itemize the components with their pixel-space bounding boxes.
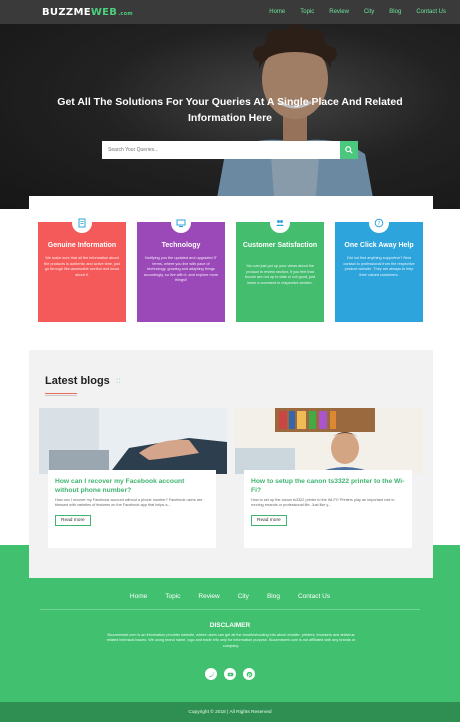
blog-post-excerpt: How to set up the canon ts3322 printer t… — [251, 498, 395, 508]
hero-title: Get All The Solutions For Your Queries A… — [57, 96, 403, 124]
blog-post-image — [39, 408, 227, 474]
nav-link-contact[interactable]: Contact Us — [416, 9, 446, 15]
svg-text:?: ? — [378, 221, 381, 227]
blog-post-card: How can I recover my Facebook account wi… — [48, 470, 216, 548]
feature-text: You can just put up your views about the… — [244, 264, 316, 285]
feature-card-technology[interactable]: Technology Notifying you the updated and… — [137, 213, 225, 322]
blog-post-title[interactable]: How can I recover my Facebook account wi… — [55, 478, 209, 495]
twitter-icon[interactable] — [205, 668, 217, 680]
feature-text: Notifying you the updated and upgraded I… — [143, 256, 219, 283]
social-links: p — [0, 668, 460, 680]
footer-divider — [40, 609, 420, 610]
pinterest-icon[interactable]: p — [243, 668, 255, 680]
feature-text: We make sure that all the information ab… — [44, 256, 120, 277]
hero-search — [102, 141, 358, 159]
nav-link-home[interactable]: Home — [269, 9, 285, 15]
nav-link-city[interactable]: City — [364, 9, 374, 15]
nav-link-topic[interactable]: Topic — [300, 9, 314, 15]
copyright-bar: Copyright © 2018 | All Rights Reserved — [0, 702, 460, 722]
disclaimer-text: Buzzmeweb.com is an information provider… — [106, 633, 356, 648]
blog-post-title[interactable]: How to setup the canon ts3322 printer to… — [251, 478, 405, 495]
footer-link-city[interactable]: City — [238, 593, 249, 600]
blog-post-image — [235, 408, 423, 474]
site-logo[interactable]: BUZZMEWEB.com — [42, 7, 133, 18]
search-input[interactable] — [102, 141, 340, 159]
top-navbar: BUZZMEWEB.com Home Topic Review City Blo… — [0, 0, 460, 24]
feature-text: Did not find anything supportive? Best c… — [343, 256, 415, 277]
footer-nav: Home Topic Review City Blog Contact Us — [0, 593, 460, 600]
nav-link-blog[interactable]: Blog — [389, 9, 401, 15]
feature-card-help[interactable]: ? One Click Away Help Did not find anyth… — [335, 213, 423, 322]
read-more-button[interactable]: Read more — [55, 515, 91, 527]
disclaimer-title: DISCLAIMER — [209, 622, 251, 629]
nav-links: Home Topic Review City Blog Contact Us — [254, 9, 446, 15]
features-section: Genuine Information We make sure that al… — [29, 196, 433, 338]
svg-text:p: p — [248, 672, 251, 677]
copyright-text: Copyright © 2018 | All Rights Reserved — [188, 709, 272, 715]
title-underline — [45, 395, 77, 396]
footer-link-home[interactable]: Home — [130, 593, 147, 600]
hero-banner: Get All The Solutions For Your Queries A… — [0, 24, 460, 209]
monitor-icon — [171, 213, 191, 233]
footer-link-blog[interactable]: Blog — [267, 593, 280, 600]
feature-title: One Click Away Help — [344, 242, 414, 249]
search-icon — [345, 146, 353, 154]
footer-link-review[interactable]: Review — [198, 593, 219, 600]
footer-link-topic[interactable]: Topic — [165, 593, 180, 600]
feature-title: Genuine Information — [47, 242, 117, 249]
blog-post-card: How to setup the canon ts3322 printer to… — [244, 470, 412, 548]
latest-blogs-section: Latest blogs :: How can I recover my Fac… — [29, 350, 433, 578]
feature-card-genuine[interactable]: Genuine Information We make sure that al… — [38, 213, 126, 322]
youtube-icon[interactable] — [224, 668, 236, 680]
read-more-button[interactable]: Read more — [251, 515, 287, 527]
feature-title: Customer Satisfaction — [242, 242, 318, 249]
blog-post-excerpt: How can I recover my Facebook account wi… — [55, 498, 203, 508]
users-icon — [270, 213, 290, 233]
document-icon — [72, 213, 92, 233]
footer-link-contact[interactable]: Contact Us — [298, 593, 330, 600]
nav-link-review[interactable]: Review — [329, 9, 349, 15]
feature-card-customer[interactable]: Customer Satisfaction You can just put u… — [236, 213, 324, 322]
decorative-dots: :: — [116, 376, 121, 385]
search-button[interactable] — [340, 141, 358, 159]
section-title: Latest blogs — [45, 375, 110, 387]
title-underline — [45, 393, 77, 394]
question-icon: ? — [369, 213, 389, 233]
feature-title: Technology — [161, 242, 201, 249]
